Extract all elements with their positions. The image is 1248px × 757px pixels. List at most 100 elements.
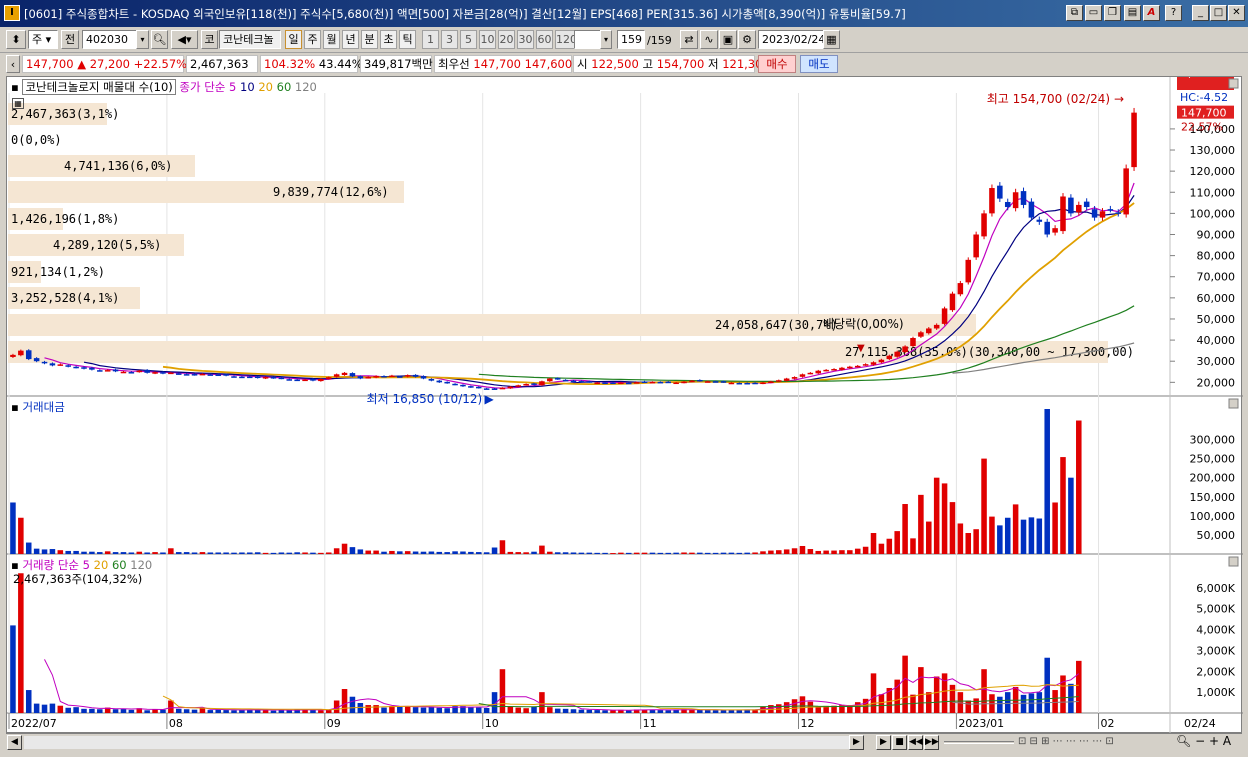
tab-3[interactable]: 년	[342, 30, 359, 49]
x-label-5: 12	[801, 717, 815, 730]
interval-60[interactable]: 60	[536, 30, 553, 49]
candle-17	[144, 369, 150, 373]
scroll-right-icon[interactable]: ▶	[849, 735, 864, 750]
profile-label-8: 24,058,647(30,7%)	[715, 318, 838, 332]
amount-bar-71	[570, 552, 577, 554]
count-input[interactable]: 159	[617, 30, 645, 49]
sell-button[interactable]: 매도	[800, 55, 838, 73]
candle-91	[728, 382, 735, 385]
volume-bar-125	[997, 696, 1003, 713]
volume-panel-menu-icon[interactable]: ▪	[11, 558, 19, 572]
restore-panel-icon[interactable]: ❐	[1104, 5, 1121, 21]
link-icon[interactable]: ⧉	[1066, 5, 1083, 21]
amount-bar-45	[365, 550, 371, 554]
help-icon[interactable]: ?	[1165, 5, 1182, 21]
interval-30[interactable]: 30	[517, 30, 534, 49]
stop-icon[interactable]: ■	[892, 735, 907, 750]
fast-forward-icon[interactable]: ▶▶	[924, 735, 939, 750]
amount-bar-51	[412, 551, 419, 554]
play-icon[interactable]: ▶	[876, 735, 891, 750]
search-icon[interactable]: 🔍︎	[151, 30, 168, 49]
scroll-left-icon[interactable]: ◀	[7, 735, 22, 750]
tool-arrows-icon[interactable]: ⇄	[680, 30, 698, 49]
amount-bar-48	[389, 550, 395, 554]
speed-slider[interactable]	[944, 741, 1014, 744]
chevron-left-icon[interactable]: ‹	[6, 55, 20, 73]
tab-2[interactable]: 월	[323, 30, 340, 49]
chart-area[interactable]: 2,467,363(3,1%) 0(0,0%) 4,741,136(6,0%) 9,8…	[6, 76, 1243, 734]
volume-bar-47	[381, 707, 387, 713]
zoom-in-icon[interactable]: +	[1209, 734, 1219, 748]
interval-5[interactable]: 5	[460, 30, 477, 49]
volume-panel-title[interactable]: 거래량 단순	[22, 558, 79, 572]
tab-5[interactable]: 초	[380, 30, 397, 49]
candle-29	[239, 376, 245, 379]
price-tick-11: 30,000	[1197, 355, 1236, 368]
market-label[interactable]: 코	[201, 30, 218, 49]
buy-button[interactable]: 매수	[758, 55, 796, 73]
amount-bar-12	[104, 551, 111, 554]
interval-1[interactable]: 1	[422, 30, 439, 49]
candle-10	[89, 367, 95, 370]
tool-chart-icon[interactable]: ∿	[700, 30, 718, 49]
profile-label-6: 921,134(1,2%)	[11, 265, 105, 279]
period-select[interactable]: 주 ▾	[28, 30, 58, 49]
amount-panel-menu-icon[interactable]: ▪	[11, 400, 19, 414]
prev-button[interactable]: 전	[61, 30, 79, 49]
panel-menu-icon[interactable]: ▪	[11, 80, 19, 94]
table-grid-icon[interactable]: ▦	[12, 98, 24, 109]
rewind-icon[interactable]: ◀◀	[908, 735, 923, 750]
zoom-out-icon[interactable]: −	[1195, 734, 1205, 748]
acrobat-icon[interactable]: A	[1143, 5, 1160, 21]
volume-bar-51	[412, 707, 419, 713]
close-button[interactable]: ✕	[1228, 5, 1245, 21]
tab-1[interactable]: 주	[304, 30, 321, 49]
interval-3[interactable]: 3	[441, 30, 458, 49]
volume-bar-8	[73, 707, 79, 713]
stock-name-field[interactable]: 코난테크놀	[219, 30, 281, 49]
tab-0[interactable]: 일	[285, 30, 302, 49]
candle-124	[989, 188, 995, 214]
amount-bar-18	[152, 552, 158, 554]
minimize-button[interactable]: _	[1192, 5, 1209, 21]
scroll-track[interactable]	[24, 736, 864, 749]
volume-bar-0	[10, 625, 16, 713]
candle-46	[373, 375, 379, 378]
save-icon[interactable]: ▣	[719, 30, 737, 49]
amount-bar-133	[1060, 457, 1066, 554]
speaker-icon[interactable]: ◀▾	[171, 30, 198, 49]
amount-bar-15	[128, 552, 135, 554]
amount-tick-0: 300,000	[1190, 434, 1236, 447]
date-input[interactable]: 2023/02/24	[758, 30, 824, 49]
zoom-icon[interactable]: 🔍︎	[1176, 734, 1191, 748]
amount-bar-124	[989, 516, 995, 554]
candle-33	[270, 377, 277, 379]
interval-dropdown-icon[interactable]: ▾	[600, 30, 612, 49]
code-dropdown-icon[interactable]: ▾	[136, 30, 149, 49]
pin-icon[interactable]: ⬍	[6, 30, 26, 49]
calendar-icon[interactable]: ▦	[823, 30, 840, 49]
candle-57	[460, 384, 466, 387]
price-panel-title[interactable]: 코난테크놀로지 매물대 수(10)	[22, 79, 176, 95]
tab-6[interactable]: 틱	[399, 30, 416, 49]
volume-bar-74	[594, 710, 600, 713]
drawing-tools-icons[interactable]: ⊡ ⊟ ⊞ ⋯ ⋯ ⋯ ⋯ ⊡	[1018, 736, 1114, 747]
amount-panel-title[interactable]: 거래대금	[22, 400, 64, 414]
amount-bar-50	[404, 551, 411, 554]
tab-4[interactable]: 분	[361, 30, 378, 49]
settings-gear-icon[interactable]: ⚙	[738, 30, 756, 49]
print-icon[interactable]: ▤	[1124, 5, 1141, 21]
candle-95	[760, 382, 766, 385]
volume-bar-60	[483, 707, 490, 713]
amount-bar-78	[626, 552, 632, 554]
interval-20[interactable]: 20	[498, 30, 515, 49]
amount-bar-54	[436, 551, 443, 554]
minimize-panel-icon[interactable]: ▭	[1085, 5, 1102, 21]
chart-scrollbar[interactable]: ◀ ▶ ▶ ■ ◀◀ ▶▶ ⊡ ⊟ ⊞ ⋯ ⋯ ⋯ ⋯ ⊡ 🔍︎ − + A	[6, 733, 1242, 750]
font-size-icon[interactable]: A	[1223, 734, 1231, 748]
interval-10[interactable]: 10	[479, 30, 496, 49]
candle-81	[649, 381, 656, 384]
amount-bar-35	[286, 552, 293, 554]
maximize-button[interactable]: □	[1210, 5, 1227, 21]
candle-26	[215, 374, 221, 377]
